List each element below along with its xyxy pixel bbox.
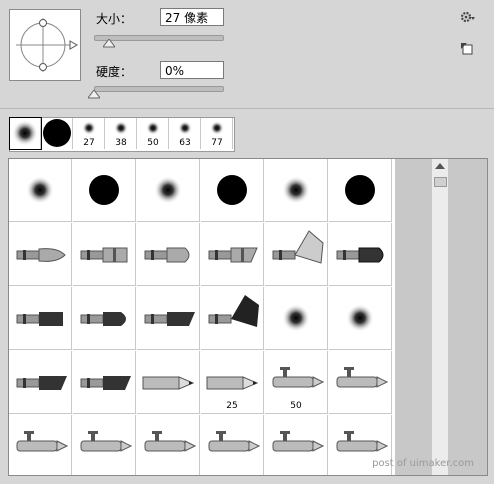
hardness-slider-thumb[interactable] [88, 90, 100, 99]
gear-icon[interactable] [460, 11, 476, 23]
preset-size-label: 50 [147, 138, 159, 148]
brush-tip-icon [142, 376, 195, 390]
brush-tip-hard[interactable] [329, 159, 392, 222]
preset-size-label: 38 [115, 138, 127, 148]
scrollbar-track[interactable] [432, 159, 448, 475]
scroll-up-arrow-icon[interactable] [432, 161, 448, 171]
brush-tip-icon [336, 247, 384, 263]
brush-tip-bristle-angle[interactable] [73, 351, 136, 414]
brush-tip-soft[interactable] [265, 159, 328, 222]
brush-tip-airbrush[interactable] [201, 415, 264, 475]
roundness-handle-bottom [39, 63, 47, 71]
angle-arrow-handle [69, 40, 79, 50]
brush-tip-icon [336, 367, 389, 388]
brush-tip-icon [272, 230, 324, 264]
size-input[interactable]: 27 像素 [160, 8, 224, 26]
brush-tip-dark-flat[interactable] [329, 223, 392, 286]
brush-angle-preview[interactable] [9, 9, 81, 81]
brush-tip-icon [16, 248, 66, 262]
brush-tip-icon [144, 431, 197, 452]
brush-preset-5[interactable]: 63 [170, 118, 201, 149]
preset-brush-icon [12, 120, 38, 146]
brush-tip-icon [208, 431, 261, 452]
brush-tip-flat[interactable] [73, 223, 136, 286]
scrollbar-thumb[interactable] [434, 177, 447, 187]
brush-tip-icon [208, 295, 259, 327]
brush-tip-airbrush[interactable]: 50 [265, 351, 328, 414]
preset-brush-icon [43, 119, 71, 147]
preset-size-label: 63 [179, 138, 191, 148]
brush-tip-fan[interactable] [265, 223, 328, 286]
brush-tip-icon [80, 376, 131, 390]
brush-tip-bristle-angle[interactable] [137, 287, 200, 350]
preset-size-label: 77 [211, 138, 223, 148]
size-label: 大小： [96, 12, 133, 26]
roundness-handle-top [39, 19, 47, 27]
brush-tip-bristle-flat[interactable] [9, 287, 72, 350]
watermark-text: post of uimaker.com [372, 458, 474, 469]
brush-tip-icon [16, 376, 67, 390]
panel-divider [0, 108, 494, 109]
brush-tip-icon [154, 176, 182, 204]
hardness-label: 硬度： [96, 65, 133, 79]
brush-preset-1[interactable] [42, 118, 73, 149]
brush-preset-6[interactable]: 77 [202, 118, 233, 149]
brush-tip-icon [282, 176, 310, 204]
new-preset-icon[interactable] [461, 43, 473, 55]
preset-size-label: 27 [83, 138, 95, 148]
brush-tip-airbrush[interactable] [329, 351, 392, 414]
brush-tip-soft[interactable] [329, 287, 392, 350]
brush-size-label: 50 [290, 401, 302, 411]
brush-tip-pencil[interactable]: 25 [201, 351, 264, 414]
hardness-input[interactable]: 0% [160, 61, 224, 79]
brush-tip-icon [80, 312, 126, 326]
brush-tip-bristle-round[interactable] [73, 287, 136, 350]
brush-tip-airbrush[interactable] [73, 415, 136, 475]
brush-tip-icon [80, 431, 133, 452]
brush-tip-icon [282, 304, 310, 332]
brush-angle-widget[interactable] [10, 10, 80, 80]
scrollbar-area[interactable] [395, 159, 487, 475]
brush-tip-airbrush[interactable] [137, 415, 200, 475]
brush-tip-icon [16, 312, 63, 326]
brush-tip-round-tip[interactable] [9, 223, 72, 286]
brush-preset-4[interactable]: 50 [138, 118, 169, 149]
brush-tip-icon [346, 304, 374, 332]
brush-tip-angle[interactable] [201, 223, 264, 286]
brush-tip-soft[interactable] [137, 159, 200, 222]
brush-grid: 25 50 [8, 158, 488, 476]
brush-tip-icon [144, 247, 190, 263]
hardness-slider[interactable] [94, 86, 224, 92]
brush-tip-bristle-angle[interactable] [9, 351, 72, 414]
brush-tip-airbrush[interactable] [9, 415, 72, 475]
brush-tip-round[interactable] [137, 223, 200, 286]
brush-tip-icon [89, 175, 119, 205]
brush-tip-bristle-fan[interactable] [201, 287, 264, 350]
brush-preset-3[interactable]: 38 [106, 118, 137, 149]
brush-tip-hard[interactable] [201, 159, 264, 222]
brush-tip-icon [80, 247, 128, 263]
brush-tip-icon [208, 247, 258, 263]
brush-tip-icon [345, 175, 375, 205]
brush-size-label: 25 [226, 401, 238, 411]
brush-tip-icon [16, 431, 69, 452]
brush-tip-icon [272, 431, 325, 452]
brush-tip-pencil[interactable] [137, 351, 200, 414]
brush-preset-0[interactable] [9, 117, 42, 150]
brush-preset-2[interactable]: 27 [74, 118, 105, 149]
size-slider-thumb[interactable] [103, 39, 116, 48]
brush-tip-icon [144, 312, 195, 326]
brush-tip-soft[interactable] [265, 287, 328, 350]
brush-tip-soft[interactable] [9, 159, 72, 222]
brush-tip-icon [26, 176, 54, 204]
brush-tip-icon [217, 175, 247, 205]
brush-tip-airbrush[interactable] [265, 415, 328, 475]
brush-tip-hard[interactable] [73, 159, 136, 222]
